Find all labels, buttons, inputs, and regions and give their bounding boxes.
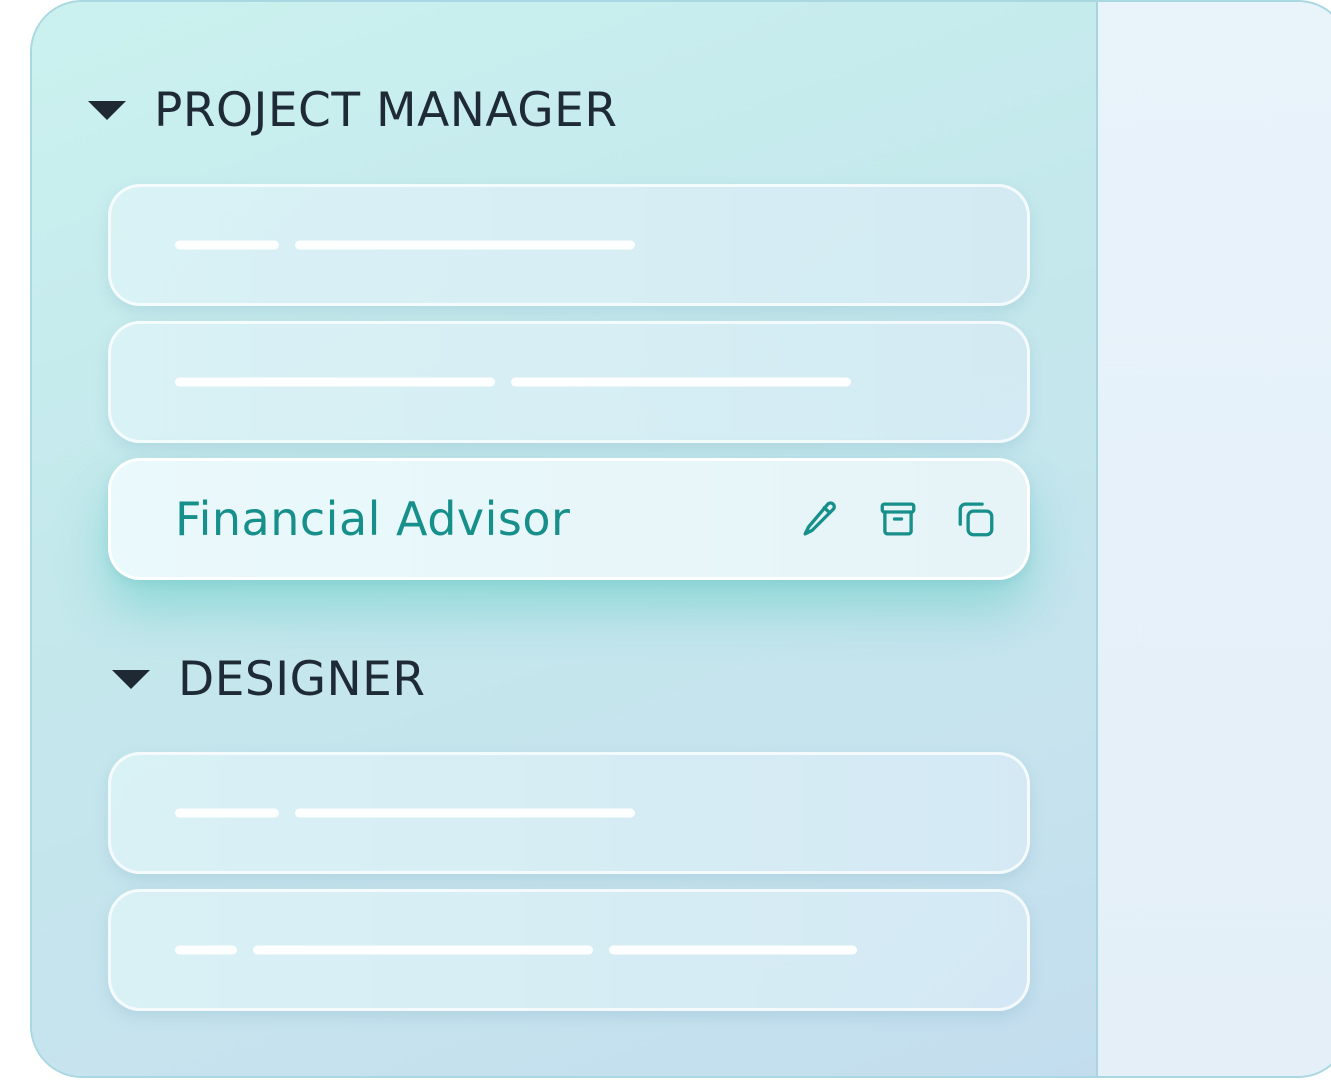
placeholder-line [295,808,635,818]
placeholder-line [253,945,593,955]
group-header-designer[interactable]: DESIGNER [112,649,426,709]
archive-icon[interactable] [877,498,919,540]
placeholder-line [175,945,237,955]
sidebar: PROJECT MANAGER Financial Advisor DESIGN… [32,2,1098,1076]
list-item[interactable] [108,752,1030,874]
placeholder-lines [175,945,857,955]
placeholder-lines [175,377,851,387]
list-item[interactable] [108,321,1030,443]
edit-icon[interactable] [799,498,841,540]
placeholder-lines [175,808,635,818]
placeholder-line [175,808,279,818]
duplicate-icon[interactable] [955,498,997,540]
list-item[interactable] [108,184,1030,306]
caret-down-icon[interactable] [88,100,126,120]
content-pane [1098,2,1331,1076]
caret-down-icon[interactable] [112,669,150,689]
placeholder-line [175,240,279,250]
placeholder-line [175,377,495,387]
list-item-label: Financial Advisor [175,492,571,546]
placeholder-line [295,240,635,250]
placeholder-line [609,945,857,955]
placeholder-lines [175,240,635,250]
list-item[interactable] [108,889,1030,1011]
app-window: PROJECT MANAGER Financial Advisor DESIGN… [30,0,1331,1078]
item-actions [799,498,997,540]
group-header-project-manager[interactable]: PROJECT MANAGER [88,80,617,140]
group-title: PROJECT MANAGER [154,82,618,138]
placeholder-line [511,377,851,387]
list-item-financial-advisor[interactable]: Financial Advisor [108,458,1030,580]
group-title: DESIGNER [178,651,426,707]
